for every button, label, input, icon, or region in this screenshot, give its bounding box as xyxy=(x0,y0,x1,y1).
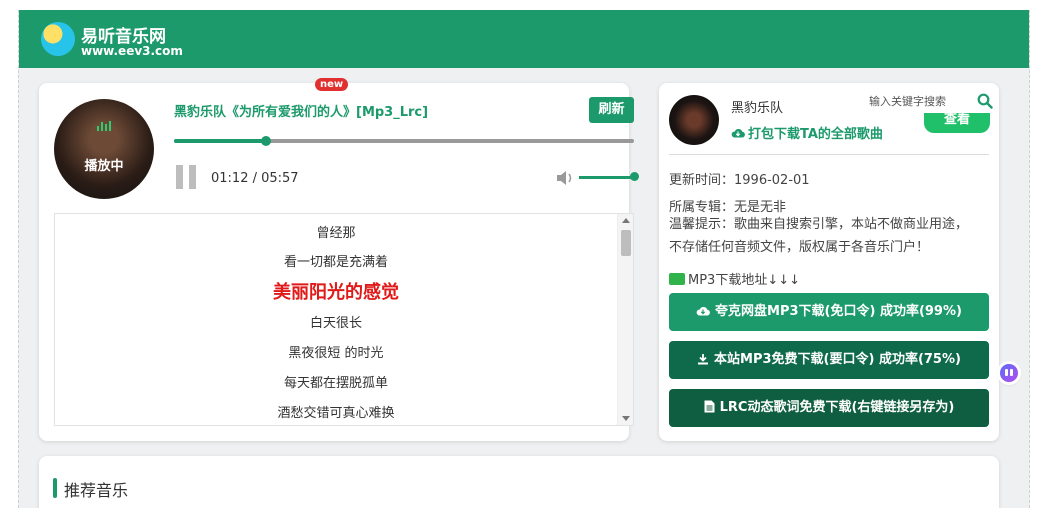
album-cover[interactable]: 播放中 xyxy=(54,99,154,199)
time-display: 01:12 / 05:57 xyxy=(211,171,299,186)
new-badge: new xyxy=(315,78,349,91)
lyric-line: 曾经那 xyxy=(316,226,356,241)
mp3-address-label: MP3下载地址↓↓↓ xyxy=(669,269,800,288)
lyrics-scrollbar[interactable] xyxy=(617,214,633,425)
download-icon xyxy=(698,354,709,365)
lyric-line: 酒愁交错可真心难换 xyxy=(277,406,395,421)
progress-bar[interactable] xyxy=(174,136,634,146)
download-all-link[interactable]: 打包下载TA的全部歌曲 xyxy=(731,123,883,142)
file-icon xyxy=(704,400,715,413)
download-all-label: 打包下载TA的全部歌曲 xyxy=(748,127,883,142)
lyrics-panel[interactable]: 曾经那看一切都是充满着美丽阳光的感觉白天很长黑夜很短 的时光 每天都在摆脱孤单 酒愁… xyxy=(54,213,634,426)
site-download-button[interactable]: 本站MP3免费下载(要口令) 成功率(75%) xyxy=(669,341,989,379)
pause-icon[interactable] xyxy=(176,165,196,189)
section-accent-bar xyxy=(53,478,57,498)
quark-download-label: 夸克网盘MP3下载(免口令) 成功率(99%) xyxy=(715,304,962,319)
refresh-button[interactable]: 刷新 xyxy=(589,97,634,123)
lyric-line-active: 美丽阳光的感觉 xyxy=(273,282,399,303)
progress-handle[interactable] xyxy=(261,136,271,146)
update-time: 更新时间：1996-02-01 xyxy=(669,173,810,188)
mp3-address-text: MP3下载地址↓↓↓ xyxy=(688,273,801,288)
lyric-line: 看一切都是充满着 xyxy=(283,255,388,270)
lyric-line: 白天很长 xyxy=(309,316,362,331)
scroll-down-icon[interactable] xyxy=(622,416,630,421)
volume-icon[interactable] xyxy=(556,170,574,186)
player-card: 播放中 黑豹乐队《为所有爱我们的人》[Mp3_Lrc] new 刷新 01:12… xyxy=(39,78,639,441)
scroll-up-icon[interactable] xyxy=(622,218,630,223)
recommend-title: 推荐音乐 xyxy=(64,481,129,500)
lrc-download-label: LRC动态歌词免费下载(右键链接另存为) xyxy=(719,400,955,415)
site-download-label: 本站MP3免费下载(要口令) 成功率(75%) xyxy=(714,352,961,367)
view-button[interactable]: 查看 xyxy=(924,113,990,133)
site-url[interactable]: www.eev3.com xyxy=(81,44,183,58)
floating-assistant-icon[interactable] xyxy=(1000,364,1018,382)
volume-slider[interactable] xyxy=(579,176,633,179)
copyright-tip: 温馨提示：歌曲来自搜索引擎，本站不做商业用途，不存储任何音频文件，版权属于各音乐… xyxy=(669,217,969,255)
progress-fill xyxy=(174,139,266,143)
lyric-line: 黑夜很短 的时光 xyxy=(288,346,384,361)
cloud-download-icon xyxy=(731,129,745,138)
search-icon[interactable] xyxy=(977,93,993,109)
playing-status: 播放中 xyxy=(84,159,124,174)
volume-handle[interactable] xyxy=(630,172,639,181)
artist-avatar[interactable] xyxy=(669,95,719,145)
lrc-download-button[interactable]: LRC动态歌词免费下载(右键链接另存为) xyxy=(669,389,989,427)
download-arrow-icon xyxy=(669,273,685,285)
divider xyxy=(669,154,989,155)
song-title: 黑豹乐队《为所有爱我们的人》[Mp3_Lrc] xyxy=(174,105,429,120)
lyric-line: 每天都在摆脱孤单 xyxy=(283,376,388,391)
page-frame: 易听音乐网 www.eev3.com 播放中 黑豹乐队《为所有爱我们的人》[Mp… xyxy=(18,10,1030,508)
scroll-thumb[interactable] xyxy=(621,230,631,256)
site-header: 易听音乐网 www.eev3.com xyxy=(19,10,1029,68)
artist-name[interactable]: 黑豹乐队 xyxy=(731,97,783,116)
quark-download-button[interactable]: 夸克网盘MP3下载(免口令) 成功率(99%) xyxy=(669,293,989,331)
recommend-section: 推荐音乐 xyxy=(39,456,999,508)
song-info-card: 黑豹乐队 输入关键字搜索 查看 打包下载TA的全部歌曲 更新时间：1996-02… xyxy=(659,83,999,441)
search-input[interactable]: 输入关键字搜索 xyxy=(869,93,946,109)
site-logo-icon[interactable] xyxy=(41,22,75,56)
cloud-download-icon xyxy=(696,307,710,316)
equalizer-icon xyxy=(97,121,111,131)
